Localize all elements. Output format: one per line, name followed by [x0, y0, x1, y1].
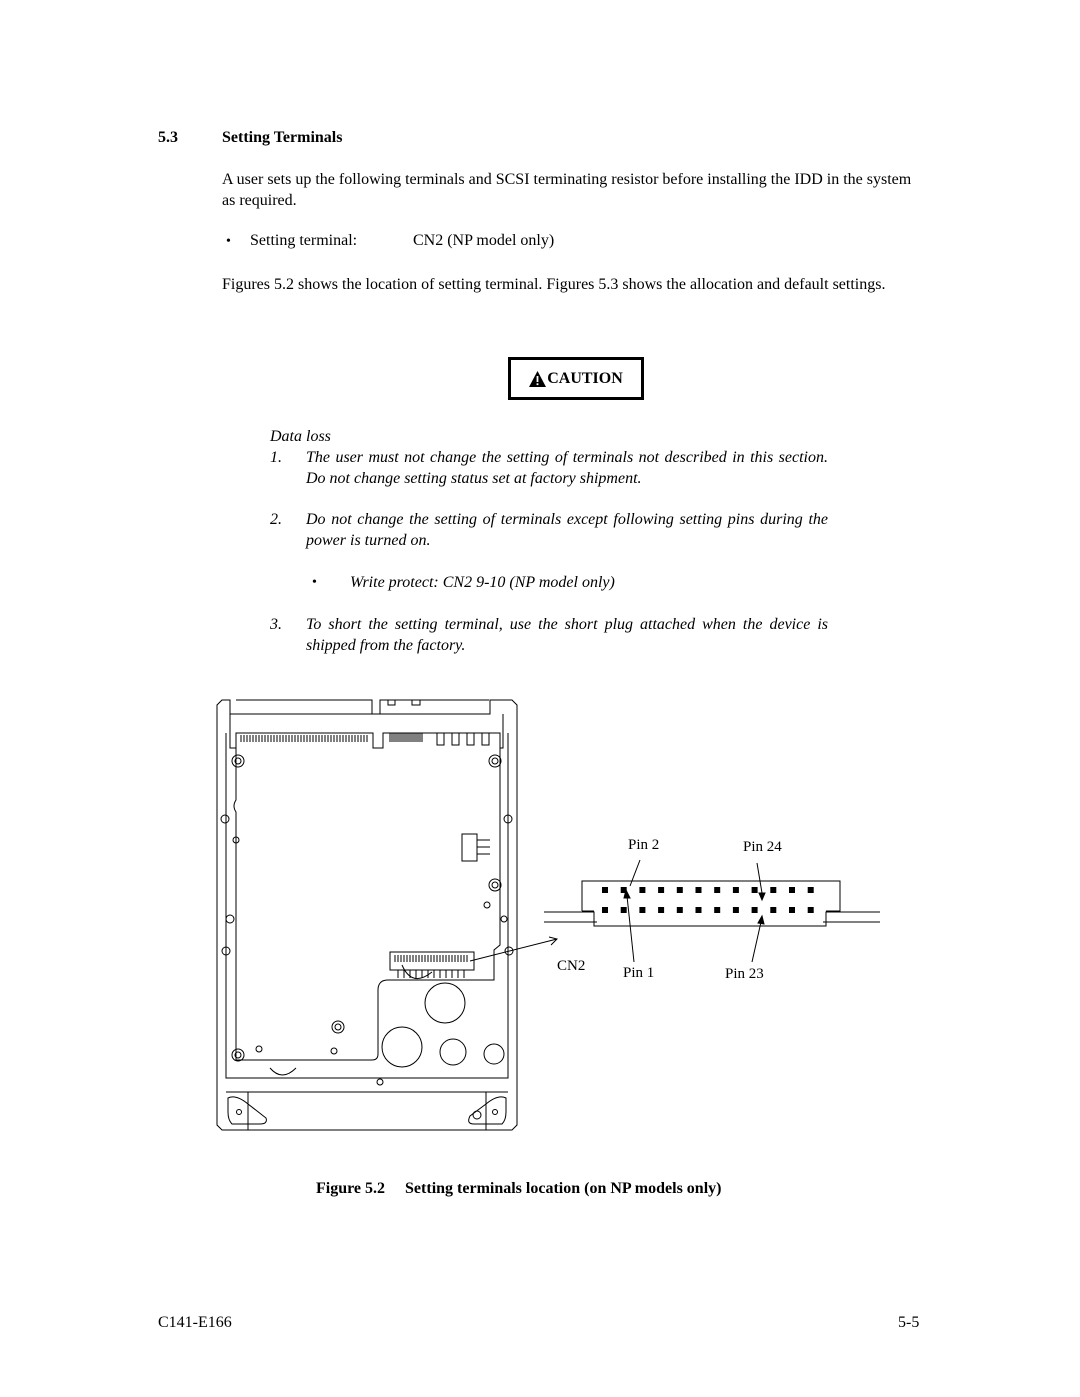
cn2-label: CN2 — [557, 958, 586, 974]
edge-connector-pins — [240, 733, 468, 978]
connector-pin — [807, 887, 814, 893]
connector-pin — [602, 907, 608, 913]
connector-pin — [695, 887, 702, 893]
pin1-label: Pin 1 — [623, 965, 655, 981]
footer-page-number: 5-5 — [898, 1314, 920, 1331]
figure-caption: Figure 5.2 Setting terminals location (o… — [316, 1180, 721, 1198]
leader-arrow — [469, 936, 558, 962]
connector-pin — [770, 907, 777, 913]
connector-pin — [807, 907, 814, 913]
pin23-label: Pin 23 — [725, 966, 764, 982]
connector-pin — [732, 907, 739, 913]
drive-outline — [216, 699, 518, 1131]
connector-pin — [676, 907, 683, 913]
connector-pin — [695, 907, 702, 913]
connector-pin — [639, 887, 646, 893]
footer-doc-id: C141-E166 — [158, 1314, 232, 1331]
connector-pin — [639, 907, 646, 913]
connector-pin — [751, 907, 758, 913]
connector-pin — [714, 887, 721, 893]
cn2-connector-enlarged — [544, 880, 880, 927]
pin2-label: Pin 2 — [628, 837, 660, 853]
connector-pin — [732, 887, 739, 893]
connector-pin — [676, 887, 683, 893]
caption-number: Figure 5.2 — [316, 1180, 386, 1197]
pin-grid — [602, 887, 814, 913]
connector-pin — [751, 887, 758, 893]
connector-pin — [620, 907, 627, 913]
connector-pin — [658, 907, 665, 913]
caption-text: Setting terminals location (on NP models… — [405, 1180, 722, 1197]
connector-pin — [714, 907, 721, 913]
connector-pin — [789, 887, 795, 893]
pin24-label: Pin 24 — [743, 839, 782, 855]
connector-pin — [658, 887, 665, 893]
connector-pin — [770, 887, 777, 893]
connector-pin — [602, 887, 608, 893]
connector-pin — [789, 907, 795, 913]
